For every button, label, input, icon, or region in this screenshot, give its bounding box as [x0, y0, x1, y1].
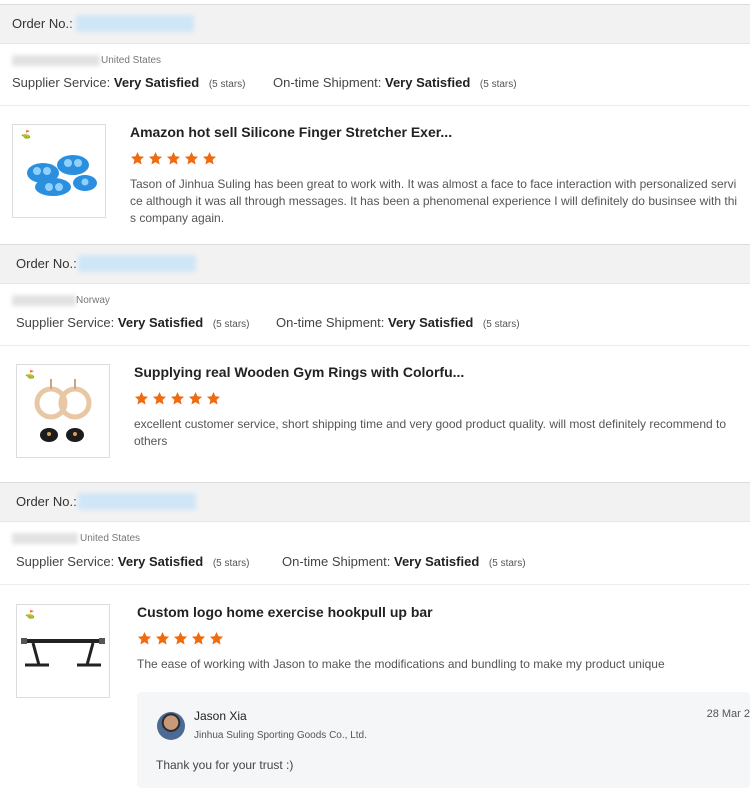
supplier-service-stars: (5 stars): [212, 319, 250, 330]
shipment-stars: (5 stars): [482, 319, 520, 330]
star-icon: [184, 151, 199, 166]
product-title-link[interactable]: Custom logo home exercise hookpull up ba…: [137, 604, 433, 620]
star-icon: [148, 151, 163, 166]
divider: [0, 105, 750, 106]
star-icon: [134, 391, 149, 406]
review-stars: [137, 631, 227, 649]
shipment-label: On-time Shipment:: [276, 315, 385, 330]
order-number-redacted: [78, 255, 196, 272]
supplier-service-value: Very Satisfied: [117, 554, 204, 569]
supplier-service-rating: Supplier Service: Very Satisfied (5 star…: [16, 315, 249, 330]
buyer-name-redacted: [12, 533, 78, 544]
star-icon: [137, 631, 152, 646]
star-icon: [202, 151, 217, 166]
shipment-rating: On-time Shipment: Very Satisfied (5 star…: [276, 315, 520, 330]
review-stars: [134, 391, 224, 409]
brand-logo-icon: ⛳: [25, 370, 35, 379]
buyer-country: United States: [80, 533, 141, 544]
reply-message: Thank you for your trust :): [156, 758, 294, 772]
star-icon: [206, 391, 221, 406]
star-icon: [166, 151, 181, 166]
order-header: Order No.:: [0, 244, 750, 284]
order-header: Order No.:: [0, 4, 750, 44]
brand-logo-icon: ⛳: [21, 130, 31, 139]
star-icon: [188, 391, 203, 406]
supplier-service-label: Supplier Service:: [16, 554, 115, 569]
reply-date: 28 Mar 2: [706, 708, 750, 720]
shipment-stars: (5 stars): [488, 558, 526, 569]
buyer-country: United States: [101, 55, 162, 66]
order-number-redacted: [78, 493, 196, 510]
shipment-value: Very Satisfied: [394, 554, 480, 569]
avatar: [157, 712, 185, 740]
brand-logo-icon: ⛳: [25, 610, 35, 619]
shipment-value: Very Satisfied: [385, 75, 471, 90]
star-icon: [155, 631, 170, 646]
product-title-link[interactable]: Supplying real Wooden Gym Rings with Col…: [134, 364, 464, 380]
star-icon: [170, 391, 185, 406]
review-comment: The ease of working with Jason to make t…: [137, 657, 665, 671]
buyer-name-redacted: [12, 295, 76, 306]
shipment-label: On-time Shipment:: [273, 75, 382, 90]
supplier-service-stars: (5 stars): [212, 558, 250, 569]
order-number-redacted: [76, 15, 194, 32]
buyer-name-redacted: [12, 55, 100, 66]
product-thumbnail[interactable]: ⛳: [16, 604, 110, 698]
star-icon: [191, 631, 206, 646]
star-icon: [209, 631, 224, 646]
supplier-service-value: Very Satisfied: [113, 75, 200, 90]
product-title-link[interactable]: Amazon hot sell Silicone Finger Stretche…: [130, 124, 452, 140]
divider: [0, 584, 750, 585]
review-stars: [130, 151, 220, 169]
divider: [0, 345, 750, 346]
reply-company-name: Jinhua Suling Sporting Goods Co., Ltd.: [194, 730, 367, 741]
shipment-value: Very Satisfied: [388, 315, 474, 330]
order-number-label: Order No.:: [16, 494, 77, 509]
reply-author-name: Jason Xia: [194, 709, 247, 723]
buyer-country: Norway: [76, 295, 110, 306]
supplier-service-stars: (5 stars): [208, 79, 246, 90]
order-number-label: Order No.:: [12, 16, 73, 31]
supplier-reply: Jason Xia Jinhua Suling Sporting Goods C…: [137, 692, 750, 788]
product-thumbnail[interactable]: ⛳: [12, 124, 106, 218]
shipment-rating: On-time Shipment: Very Satisfied (5 star…: [282, 554, 526, 569]
supplier-service-label: Supplier Service:: [16, 315, 115, 330]
review-comment: excellent customer service, short shippi…: [134, 417, 727, 448]
order-number-label: Order No.:: [16, 256, 77, 271]
order-header: Order No.:: [0, 482, 750, 522]
review-comment: Tason of Jinhua Suling has been great to…: [130, 177, 738, 225]
star-icon: [152, 391, 167, 406]
shipment-label: On-time Shipment:: [282, 554, 391, 569]
star-icon: [173, 631, 188, 646]
supplier-service-rating: Supplier Service: Very Satisfied (5 star…: [12, 75, 245, 90]
shipment-rating: On-time Shipment: Very Satisfied (5 star…: [273, 75, 517, 90]
supplier-service-label: Supplier Service:: [12, 75, 111, 90]
star-icon: [130, 151, 145, 166]
supplier-service-rating: Supplier Service: Very Satisfied (5 star…: [16, 554, 249, 569]
shipment-stars: (5 stars): [479, 79, 517, 90]
product-thumbnail[interactable]: ⛳: [16, 364, 110, 458]
supplier-service-value: Very Satisfied: [117, 315, 204, 330]
